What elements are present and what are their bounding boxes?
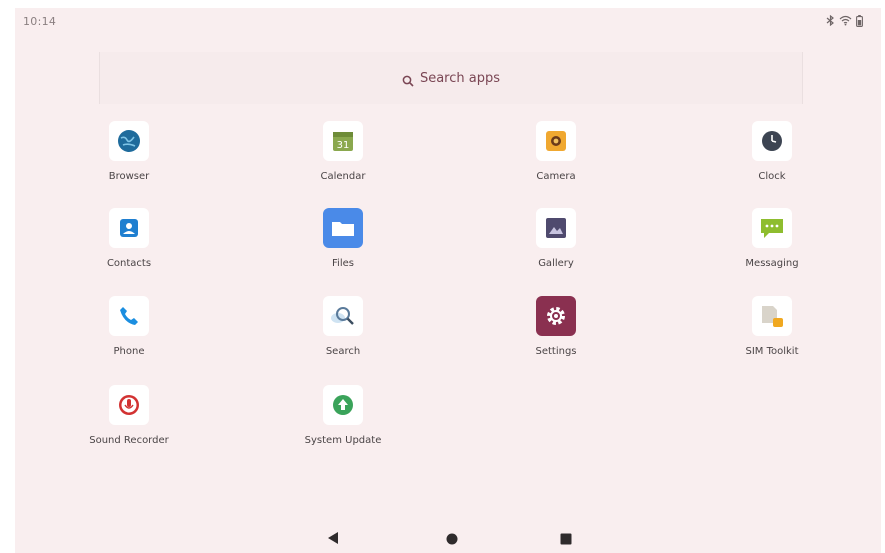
launcher-screen: 10:14 Search apps Browser 31 Calendar Ca… bbox=[15, 8, 881, 553]
app-label: Camera bbox=[536, 171, 576, 182]
app-search[interactable]: Search bbox=[288, 296, 398, 357]
bluetooth-icon bbox=[826, 14, 835, 30]
status-bar: 10:14 bbox=[15, 8, 881, 36]
app-label: Messaging bbox=[745, 258, 799, 269]
app-label: Gallery bbox=[538, 258, 574, 269]
app-camera[interactable]: Camera bbox=[501, 121, 611, 182]
wifi-icon bbox=[839, 15, 852, 30]
search-apps-label: Search apps bbox=[419, 70, 501, 86]
app-label: Clock bbox=[758, 171, 786, 182]
app-messaging[interactable]: Messaging bbox=[717, 208, 827, 269]
clock-icon bbox=[752, 121, 792, 161]
search-icon bbox=[402, 72, 414, 87]
microphone-icon bbox=[109, 385, 149, 425]
app-sim-toolkit[interactable]: SIM Toolkit bbox=[717, 296, 827, 357]
home-icon[interactable] bbox=[446, 530, 458, 549]
app-label: Settings bbox=[535, 346, 577, 357]
app-sound-recorder[interactable]: Sound Recorder bbox=[74, 385, 184, 446]
status-icons bbox=[826, 14, 863, 30]
app-browser[interactable]: Browser bbox=[74, 121, 184, 182]
globe-icon bbox=[109, 121, 149, 161]
app-label: Browser bbox=[108, 171, 150, 182]
app-gallery[interactable]: Gallery bbox=[501, 208, 611, 269]
app-calendar[interactable]: 31 Calendar bbox=[288, 121, 398, 182]
app-label: Calendar bbox=[320, 171, 366, 182]
calendar-icon: 31 bbox=[323, 121, 363, 161]
app-label: Search bbox=[325, 346, 361, 357]
phone-icon bbox=[109, 296, 149, 336]
contacts-icon bbox=[109, 208, 149, 248]
gallery-icon bbox=[536, 208, 576, 248]
app-label: System Update bbox=[304, 435, 382, 446]
app-contacts[interactable]: Contacts bbox=[74, 208, 184, 269]
app-label: Files bbox=[332, 258, 354, 269]
svg-text:31: 31 bbox=[337, 140, 350, 151]
app-label: Sound Recorder bbox=[89, 435, 169, 446]
search-apps-bar[interactable]: Search apps bbox=[99, 52, 803, 104]
folder-icon bbox=[323, 208, 363, 248]
gear-icon bbox=[536, 296, 576, 336]
app-label: Phone bbox=[113, 346, 145, 357]
camera-icon bbox=[536, 121, 576, 161]
magnifier-icon bbox=[323, 296, 363, 336]
app-system-update[interactable]: System Update bbox=[288, 385, 398, 446]
app-clock[interactable]: Clock bbox=[717, 121, 827, 182]
battery-icon bbox=[856, 15, 863, 30]
navigation-bar bbox=[15, 518, 881, 553]
sim-icon bbox=[752, 296, 792, 336]
message-icon bbox=[752, 208, 792, 248]
recents-icon[interactable] bbox=[560, 530, 572, 549]
app-label: SIM Toolkit bbox=[745, 346, 799, 357]
app-label: Contacts bbox=[106, 258, 152, 269]
app-settings[interactable]: Settings bbox=[501, 296, 611, 357]
back-icon[interactable] bbox=[327, 530, 339, 549]
status-time: 10:14 bbox=[23, 15, 57, 28]
update-icon bbox=[323, 385, 363, 425]
app-files[interactable]: Files bbox=[288, 208, 398, 269]
app-phone[interactable]: Phone bbox=[74, 296, 184, 357]
